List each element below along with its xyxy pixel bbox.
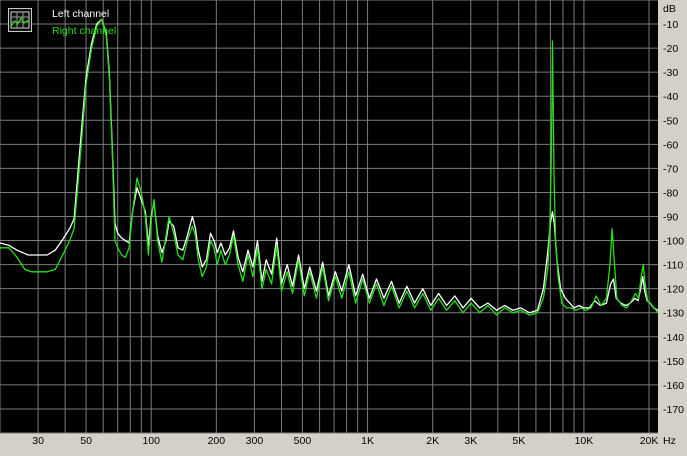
x-tick-label: 30	[32, 435, 44, 447]
spectrum-chart: -10 -20 -30 -40 -50 -60 -70 -80 -90 -100 -110 -120 -…	[0, 0, 687, 451]
y-tick-label: -100	[663, 236, 684, 248]
y-tick-label: -50	[663, 115, 678, 127]
x-tick-label: 5K	[512, 435, 525, 447]
x-tick-label: 20K	[640, 435, 659, 447]
x-tick-label: 3K	[464, 435, 477, 447]
x-unit-label: Hz	[663, 435, 676, 447]
y-tick-label: -70	[663, 163, 678, 175]
x-tick-label: 10K	[575, 435, 594, 447]
y-tick-label: -160	[663, 380, 684, 392]
y-tick-label: -20	[663, 43, 678, 55]
x-tick-label: 2K	[426, 435, 439, 447]
y-tick-label: -170	[663, 404, 684, 416]
y-tick-label: -60	[663, 139, 678, 151]
legend-icon[interactable]	[8, 8, 32, 32]
legend-right-channel: Right channel	[52, 25, 117, 37]
x-tick-label: 300	[246, 435, 264, 447]
chart-canvas: -10 -20 -30 -40 -50 -60 -70 -80 -90 -100 -110 -120 -…	[0, 0, 687, 451]
y-tick-label: -150	[663, 356, 684, 368]
legend-left-channel: Left channel	[52, 8, 110, 20]
y-unit-label: dB	[663, 3, 676, 15]
y-tick-label: -40	[663, 91, 678, 103]
y-tick-label: -90	[663, 212, 678, 224]
y-tick-label: -80	[663, 187, 678, 199]
y-tick-label: -120	[663, 284, 684, 296]
y-tick-label: -30	[663, 67, 678, 79]
y-tick-label: -10	[663, 19, 678, 31]
x-tick-label: 500	[294, 435, 312, 447]
x-tick-label: 1K	[361, 435, 374, 447]
x-tick-label: 50	[80, 435, 92, 447]
x-tick-label: 100	[142, 435, 160, 447]
y-tick-label: -110	[663, 260, 683, 272]
y-tick-label: -140	[663, 332, 684, 344]
x-tick-label: 200	[208, 435, 226, 447]
y-tick-label: -130	[663, 308, 684, 320]
